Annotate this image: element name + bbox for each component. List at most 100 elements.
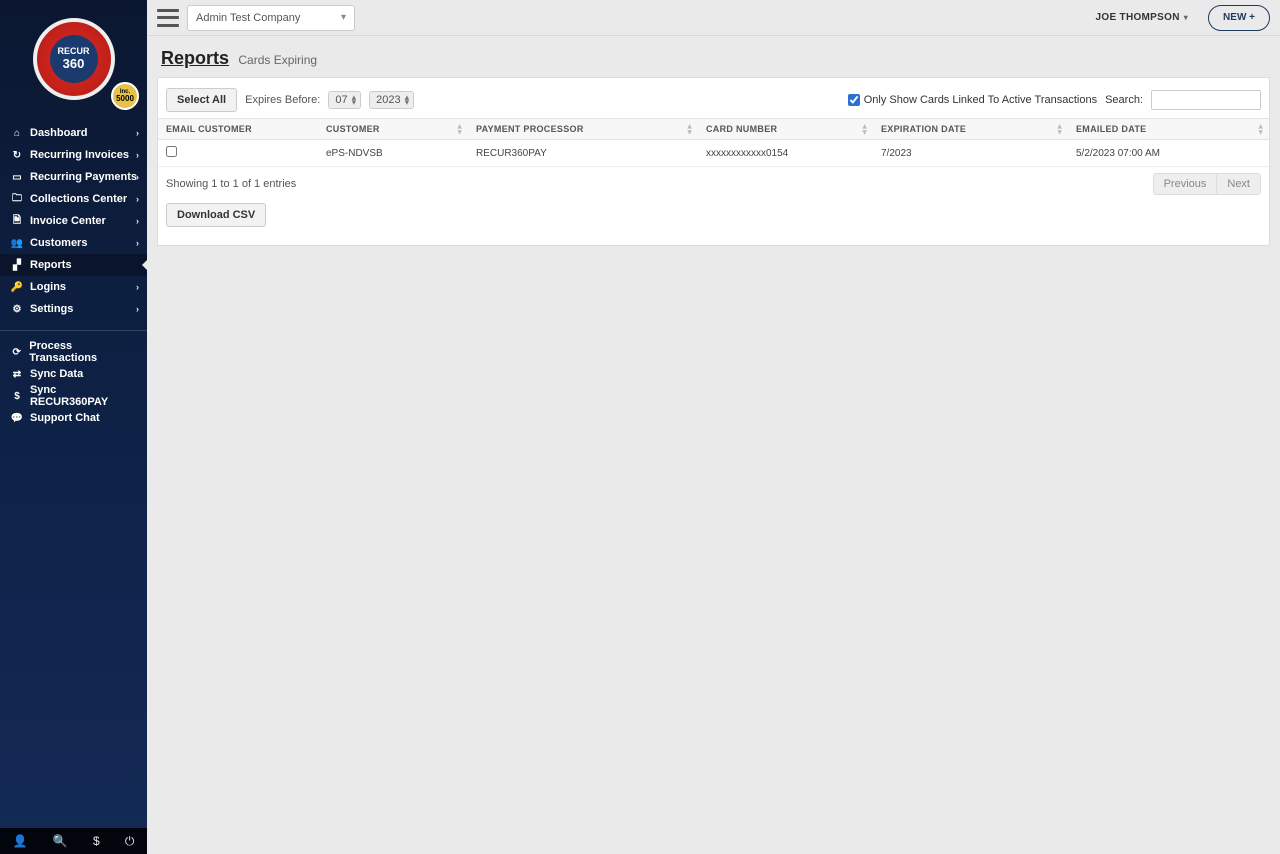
col-emailed-date[interactable]: EMAILED DATE ▴▾ xyxy=(1068,119,1269,140)
select-all-button[interactable]: Select All xyxy=(166,88,237,112)
inc-badge: Inc. 5000 xyxy=(111,82,139,110)
sync-icon: ⇄ xyxy=(10,369,24,380)
sidebar-item-label: Reports xyxy=(30,259,72,271)
sidebar-item-reports[interactable]: ▞ Reports xyxy=(0,254,147,276)
power-icon[interactable]: ⏻ xyxy=(125,834,135,849)
brand-logo[interactable]: RECUR 360 xyxy=(33,18,115,100)
sort-icon: ▴▾ xyxy=(1259,123,1263,134)
sidebar-item-recurring-invoices[interactable]: ↻Recurring Invoices› xyxy=(0,144,147,166)
sort-icon: ▴▾ xyxy=(688,123,692,134)
col-customer[interactable]: CUSTOMER▴▾ xyxy=(318,119,468,140)
sidebar-item-dashboard[interactable]: ⌂Dashboard› xyxy=(0,122,147,144)
chevron-right-icon: › xyxy=(136,216,139,226)
sidebar-item-sync-recur360pay[interactable]: $ Sync RECUR360PAY xyxy=(0,385,147,407)
year-value: 2023 xyxy=(376,94,400,106)
col-label: CARD NUMBER xyxy=(706,124,777,134)
sidebar-item-label: Settings xyxy=(30,303,73,315)
sidebar-bottom-bar: 👤 🔍 $ ⏻ xyxy=(0,828,147,854)
gear-icon: ⚙ xyxy=(10,304,24,315)
topbar: Admin Test Company ▾ JOE THOMPSON ▾ NEW … xyxy=(147,0,1280,36)
sidebar-item-sync-data[interactable]: ⇄ Sync Data xyxy=(0,363,147,385)
users-icon: 👥 xyxy=(10,238,24,249)
only-active-checkbox[interactable] xyxy=(848,94,860,106)
page-subtitle: Cards Expiring xyxy=(238,53,317,67)
sidebar: RECUR 360 Inc. 5000 ⌂Dashboard› ↻Recurri… xyxy=(0,0,147,854)
download-row: Download CSV xyxy=(158,195,1269,235)
chevron-right-icon: › xyxy=(136,128,139,138)
col-label: EMAILED DATE xyxy=(1076,124,1146,134)
pager-previous[interactable]: Previous xyxy=(1154,174,1217,194)
cell-processor: RECUR360PAY xyxy=(468,140,698,167)
hamburger-icon[interactable] xyxy=(157,9,179,27)
primary-nav: ⌂Dashboard› ↻Recurring Invoices› ▭ Recurr… xyxy=(0,122,147,320)
user-icon[interactable]: 👤 xyxy=(13,834,28,848)
pager-next[interactable]: Next xyxy=(1216,174,1260,194)
nav-separator xyxy=(0,330,147,331)
search-icon[interactable]: 🔍 xyxy=(53,834,68,848)
col-label: PAYMENT PROCESSOR xyxy=(476,124,584,134)
download-csv-button[interactable]: Download CSV xyxy=(166,203,266,227)
secondary-nav: ⟳ Process Transactions ⇄ Sync Data $ Sync R… xyxy=(0,341,147,429)
user-name: JOE THOMPSON xyxy=(1096,12,1180,23)
chevron-right-icon: › xyxy=(136,194,139,204)
sidebar-item-invoice-center[interactable]: 🗎Invoice Center› xyxy=(0,210,147,232)
pager: Previous Next xyxy=(1153,173,1261,195)
cell-card: xxxxxxxxxxxx0154 xyxy=(698,140,873,167)
search-label: Search: xyxy=(1105,94,1143,106)
key-icon: 🔑 xyxy=(10,282,24,293)
col-card-number[interactable]: CARD NUMBER▴▾ xyxy=(698,119,873,140)
sidebar-item-process-transactions[interactable]: ⟳ Process Transactions xyxy=(0,341,147,363)
sidebar-item-collections-center[interactable]: 🗀Collections Center› xyxy=(0,188,147,210)
chevron-right-icon: › xyxy=(136,172,139,182)
caret-down-icon: ▾ xyxy=(341,12,346,23)
chart-icon: ▞ xyxy=(10,260,24,271)
cycle-icon: ⟳ xyxy=(10,347,23,358)
only-active-toggle[interactable]: Only Show Cards Linked To Active Transac… xyxy=(848,94,1097,106)
page-header: Reports Cards Expiring xyxy=(147,36,1280,77)
col-label: EMAIL CUSTOMER xyxy=(166,124,252,134)
spinner-icon: ▴▾ xyxy=(352,95,357,106)
sidebar-item-label: Recurring Payments xyxy=(30,171,137,183)
row-checkbox-cell xyxy=(158,140,318,167)
chat-icon: 💬 xyxy=(10,413,24,424)
card-icon: ▭ xyxy=(10,172,24,183)
col-payment-processor[interactable]: PAYMENT PROCESSOR ▴▾ xyxy=(468,119,698,140)
sidebar-item-settings[interactable]: ⚙Settings› xyxy=(0,298,147,320)
table-footer: Showing 1 to 1 of 1 entries Previous Nex… xyxy=(158,167,1269,195)
cards-table: EMAIL CUSTOMER CUSTOMER▴▾ PAYMENT PROCES… xyxy=(158,118,1269,167)
row-checkbox[interactable] xyxy=(166,146,177,157)
sidebar-item-support-chat[interactable]: 💬 Support Chat xyxy=(0,407,147,429)
home-icon: ⌂ xyxy=(10,128,24,139)
col-email-customer[interactable]: EMAIL CUSTOMER xyxy=(158,119,318,140)
col-expiration-date[interactable]: EXPIRATION DATE ▴▾ xyxy=(873,119,1068,140)
report-toolbar: Select All Expires Before: 07 ▴▾ 2023 ▴▾… xyxy=(158,78,1269,118)
year-select[interactable]: 2023 ▴▾ xyxy=(369,91,414,109)
chevron-right-icon: › xyxy=(136,150,139,160)
sidebar-item-recurring-payments[interactable]: ▭ Recurring Payments› xyxy=(0,166,147,188)
user-menu[interactable]: JOE THOMPSON ▾ xyxy=(1096,12,1189,23)
table-row[interactable]: ePS-NDVSB RECUR360PAY xxxxxxxxxxxx0154 7… xyxy=(158,140,1269,167)
new-button[interactable]: NEW + xyxy=(1208,5,1270,31)
company-select[interactable]: Admin Test Company ▾ xyxy=(187,5,355,31)
col-label: EXPIRATION DATE xyxy=(881,124,966,134)
sort-icon: ▴▾ xyxy=(458,123,462,134)
dollar-icon: $ xyxy=(10,391,24,402)
logo-area: RECUR 360 Inc. 5000 xyxy=(0,0,147,118)
sidebar-item-customers[interactable]: 👥Customers› xyxy=(0,232,147,254)
sort-icon: ▴▾ xyxy=(1058,123,1062,134)
sidebar-item-label: Sync RECUR360PAY xyxy=(30,384,137,408)
folder-icon: 🗀 xyxy=(10,191,24,208)
only-active-label: Only Show Cards Linked To Active Transac… xyxy=(864,94,1097,106)
chevron-right-icon: › xyxy=(136,238,139,248)
sidebar-item-label: Support Chat xyxy=(30,412,100,424)
sidebar-item-label: Invoice Center xyxy=(30,215,106,227)
sidebar-item-label: Process Transactions xyxy=(29,340,137,364)
page-title: Reports xyxy=(161,48,229,68)
search-input[interactable] xyxy=(1151,90,1261,110)
month-select[interactable]: 07 ▴▾ xyxy=(328,91,361,109)
badge-num: 5000 xyxy=(116,95,134,103)
sidebar-item-logins[interactable]: 🔑Logins› xyxy=(0,276,147,298)
sidebar-item-label: Sync Data xyxy=(30,368,83,380)
dollar-icon[interactable]: $ xyxy=(93,834,100,848)
cell-customer: ePS-NDVSB xyxy=(318,140,468,167)
